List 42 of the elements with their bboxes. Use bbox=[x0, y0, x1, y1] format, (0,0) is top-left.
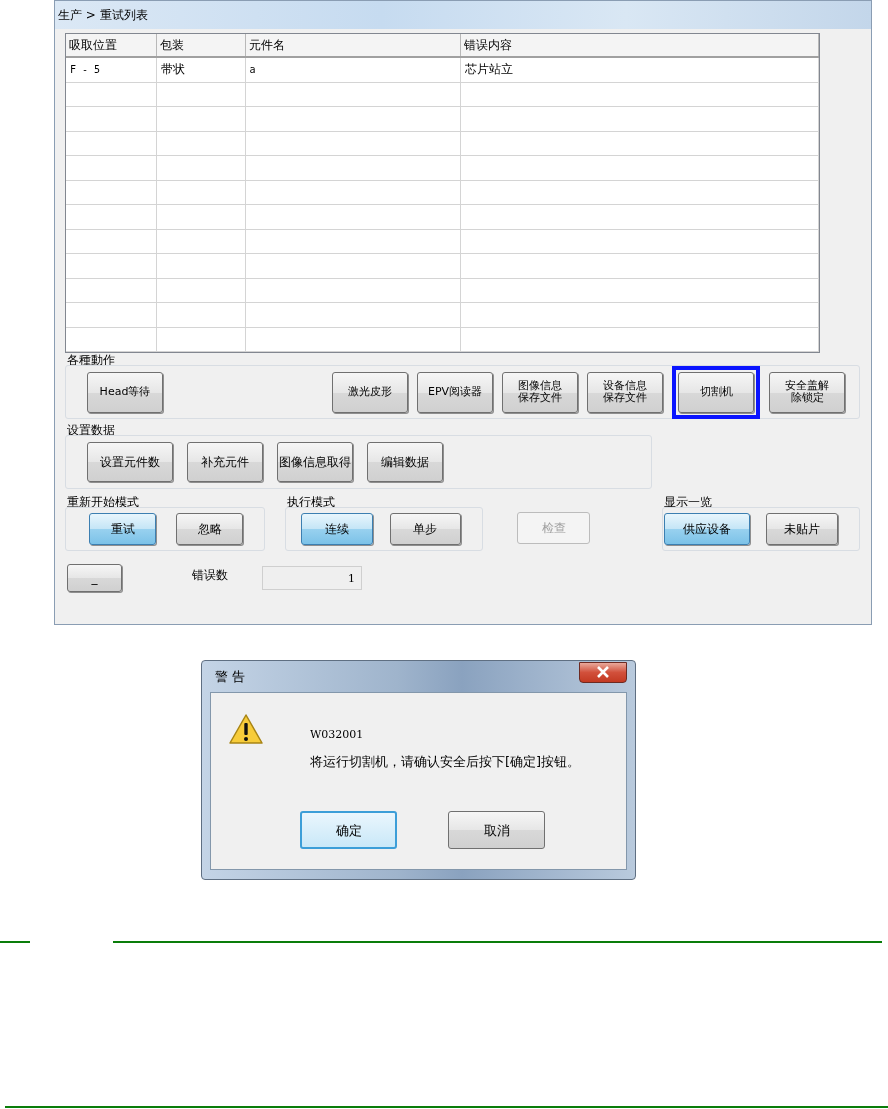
dialog-title: 警 告 bbox=[215, 667, 246, 686]
message-code: W032001 bbox=[310, 728, 365, 741]
table-cell: 带状 bbox=[160, 62, 185, 77]
table-cell: 芯片站立 bbox=[464, 62, 513, 77]
mode-button[interactable]: 连续 bbox=[301, 513, 373, 545]
group-label: 设置数据 bbox=[67, 423, 116, 437]
action-button[interactable]: 安全盖解除锁定 bbox=[769, 371, 845, 413]
group-label: 重新开始模式 bbox=[67, 495, 140, 509]
mode-button[interactable]: 忽略 bbox=[176, 513, 243, 545]
display-button[interactable]: 供应设备 bbox=[664, 513, 750, 545]
mode-button[interactable]: 单步 bbox=[389, 513, 461, 545]
warning-icon bbox=[228, 713, 264, 745]
setup-button[interactable]: 图像信息取得 bbox=[277, 442, 353, 482]
action-button[interactable]: 激光皮形 bbox=[332, 371, 408, 413]
error-count-field: 1 bbox=[262, 566, 362, 590]
column-header: 元件名 bbox=[248, 37, 285, 52]
group-label: 各種動作 bbox=[67, 353, 116, 367]
mode-button[interactable]: 重试 bbox=[89, 513, 156, 545]
setup-button[interactable]: 设置元件数 bbox=[87, 442, 173, 482]
dialog-button[interactable]: 取消 bbox=[448, 811, 545, 849]
column-header: 包装 bbox=[159, 37, 184, 52]
error-count-label: 错误数 bbox=[192, 566, 228, 584]
setup-button[interactable]: 补充元件 bbox=[187, 442, 263, 482]
table-cell: a bbox=[249, 64, 256, 76]
action-button[interactable]: 图像信息保存文件 bbox=[502, 371, 578, 413]
breadcrumb: 生产 > 重试列表 bbox=[58, 6, 148, 24]
group-label: 显示一览 bbox=[664, 495, 713, 509]
column-header: 错误内容 bbox=[463, 37, 512, 52]
column-header: 吸取位置 bbox=[69, 37, 117, 52]
display-button[interactable]: 未贴片 bbox=[765, 513, 838, 545]
close-icon bbox=[596, 666, 610, 678]
setup-button[interactable]: 编辑数据 bbox=[367, 442, 443, 482]
action-button[interactable]: EPV阅读器 bbox=[417, 371, 493, 413]
action-button[interactable]: Head等待 bbox=[87, 371, 163, 413]
table-cell: F - 5 bbox=[70, 64, 101, 76]
minimize-button[interactable]: _ bbox=[67, 564, 122, 592]
group-label: 执行模式 bbox=[287, 495, 336, 509]
dialog-message: 将运行切割机，请确认安全后按下[确定]按钮。 bbox=[310, 753, 581, 771]
close-button[interactable] bbox=[579, 661, 627, 683]
action-button[interactable]: 设备信息保存文件 bbox=[587, 371, 663, 413]
action-button[interactable]: 切割机 bbox=[678, 371, 754, 413]
dialog-button[interactable]: 确定 bbox=[300, 811, 397, 849]
